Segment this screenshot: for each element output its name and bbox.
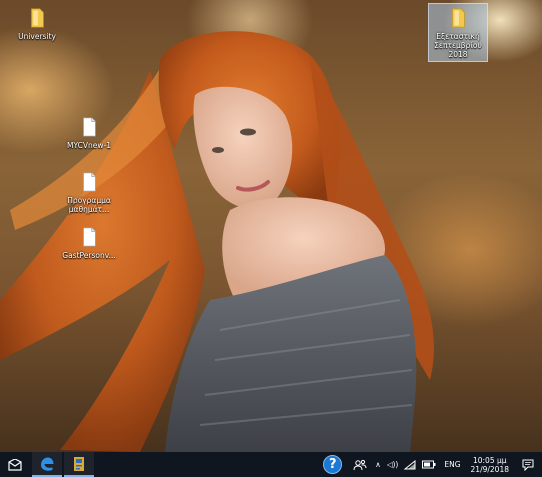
desktop-icon-label: Προγραμμα μαθημάτ... bbox=[67, 196, 111, 214]
edge-icon bbox=[41, 456, 54, 471]
taskbar-app-button[interactable] bbox=[64, 452, 94, 477]
wifi-icon bbox=[404, 459, 416, 469]
desktop-icon-label: GastPersonv... bbox=[62, 251, 116, 260]
desktop-icon-label: University bbox=[18, 32, 56, 41]
volume-button[interactable]: ◁)) bbox=[384, 452, 402, 477]
clock-date: 21/9/2018 bbox=[470, 464, 509, 474]
folder-icon bbox=[452, 8, 465, 28]
network-button[interactable] bbox=[401, 452, 419, 477]
people-button[interactable] bbox=[348, 452, 372, 477]
system-tray: ? ∧ ◁)) ENG 10:05 μμ 21/9/2018 bbox=[317, 452, 542, 477]
battery-icon bbox=[422, 460, 436, 469]
desktop-icon-label: MYCVnew-1 bbox=[67, 141, 111, 150]
folder-icon bbox=[31, 8, 44, 28]
help-icon: ? bbox=[323, 455, 343, 474]
notification-icon bbox=[522, 459, 534, 471]
desktop: University Εξεταστική Σεπτεμβρίου 2018 M… bbox=[0, 0, 542, 477]
desktop-icon-schedule[interactable]: Προγραμμα μαθημάτ... bbox=[60, 168, 118, 216]
show-hidden-icons-button[interactable]: ∧ bbox=[372, 452, 384, 477]
volume-icon: ◁)) bbox=[386, 460, 399, 469]
action-center-button[interactable] bbox=[514, 452, 542, 477]
desktop-icon-mycv[interactable]: MYCVnew-1 bbox=[60, 113, 118, 152]
start-button[interactable] bbox=[0, 452, 30, 477]
document-icon bbox=[83, 172, 96, 192]
chevron-up-icon: ∧ bbox=[375, 460, 381, 469]
clock-time: 10:05 μμ bbox=[472, 455, 507, 465]
language-indicator[interactable]: ENG bbox=[439, 452, 465, 477]
document-icon bbox=[83, 117, 96, 137]
start-icon bbox=[8, 458, 22, 471]
desktop-icon-exam-folder[interactable]: Εξεταστική Σεπτεμβρίου 2018 bbox=[428, 3, 488, 62]
desktop-icon-university[interactable]: University bbox=[8, 4, 66, 43]
file-app-icon bbox=[74, 456, 84, 471]
document-icon bbox=[83, 227, 96, 247]
desktop-icon-label: Εξεταστική Σεπτεμβρίου 2018 bbox=[434, 32, 482, 59]
taskbar: ? ∧ ◁)) ENG 10:05 μμ 21/9/2018 bbox=[0, 452, 542, 477]
battery-button[interactable] bbox=[419, 452, 439, 477]
taskbar-edge-button[interactable] bbox=[32, 452, 62, 477]
clock[interactable]: 10:05 μμ 21/9/2018 bbox=[466, 452, 514, 477]
people-icon bbox=[353, 459, 367, 470]
desktop-icon-gastperson[interactable]: GastPersonv... bbox=[60, 223, 118, 262]
help-button[interactable]: ? bbox=[317, 452, 348, 477]
